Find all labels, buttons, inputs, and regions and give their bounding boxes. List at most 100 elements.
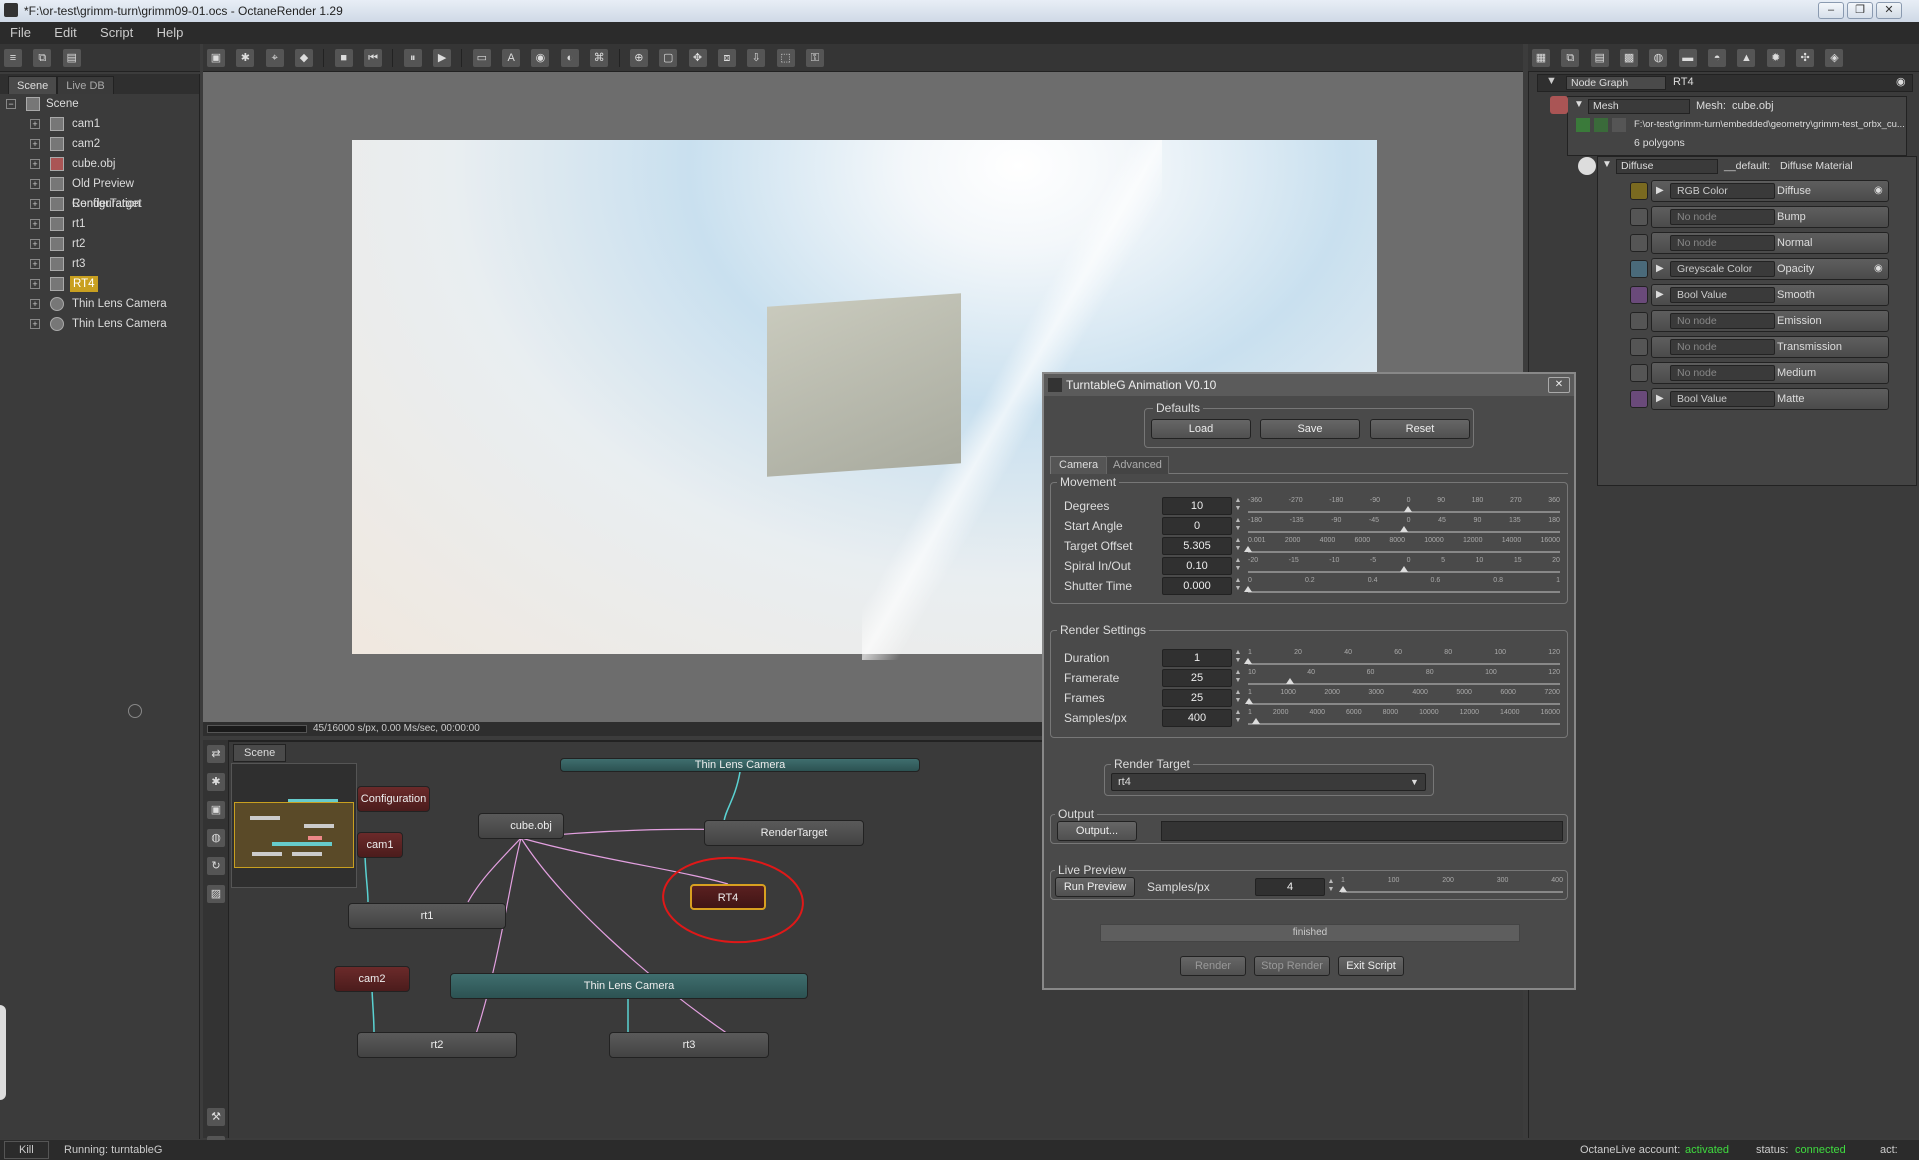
spiral-in-out-label: Spiral In/Out bbox=[1064, 559, 1131, 573]
tab-camera[interactable]: Camera bbox=[1050, 456, 1108, 474]
samples-px-spinner[interactable]: ▲ ▼ bbox=[1234, 709, 1242, 727]
tick-label: -5 bbox=[1369, 557, 1377, 564]
mesh-type-dropdown[interactable]: Mesh bbox=[1588, 99, 1690, 114]
degrees-slider[interactable]: -360 -270 -180 -90 0 90 180 270 360 bbox=[1248, 497, 1560, 515]
tick-label: 0.6 bbox=[1430, 577, 1441, 584]
framerate-label: Framerate bbox=[1064, 671, 1120, 685]
bool-icon bbox=[1630, 390, 1648, 408]
preview-samples-input[interactable]: 4 bbox=[1255, 878, 1325, 896]
save-button[interactable]: Save bbox=[1260, 419, 1360, 439]
settings-icon[interactable] bbox=[1612, 118, 1626, 132]
reset-button[interactable]: Reset bbox=[1370, 419, 1470, 439]
dialog-close-button[interactable]: ✕ bbox=[1548, 377, 1570, 393]
slider-thumb[interactable] bbox=[1400, 566, 1408, 572]
kill-button[interactable]: Kill bbox=[4, 1141, 49, 1159]
node-cam2[interactable]: cam2 bbox=[334, 966, 410, 992]
pin-transmission[interactable]: No node Transmission bbox=[1651, 336, 1889, 358]
slider-thumb[interactable] bbox=[1244, 698, 1253, 704]
load-button[interactable]: Load bbox=[1151, 419, 1251, 439]
shutter-time-slider[interactable]: 0 0.2 0.4 0.6 0.8 1 bbox=[1244, 577, 1560, 595]
pin-bump[interactable]: No node Bump bbox=[1651, 206, 1889, 228]
tick-label: 270 bbox=[1509, 497, 1522, 504]
run-preview-button[interactable]: Run Preview bbox=[1055, 877, 1135, 897]
slider-thumb[interactable] bbox=[1244, 546, 1252, 552]
node-rendertarget[interactable]: RenderTarget bbox=[704, 820, 864, 846]
slider-thumb[interactable] bbox=[1244, 658, 1252, 664]
spiral-in-out-input[interactable]: 0.10 bbox=[1162, 557, 1232, 575]
start-angle-input[interactable]: 0 bbox=[1162, 517, 1232, 535]
defaults-group: Defaults Load Save Reset bbox=[1144, 401, 1474, 448]
exit-script-button[interactable]: Exit Script bbox=[1338, 956, 1404, 976]
eye-icon[interactable]: ◉ bbox=[1874, 259, 1883, 279]
material-type-dropdown[interactable]: Diffuse bbox=[1616, 159, 1718, 174]
tab-advanced[interactable]: Advanced bbox=[1106, 456, 1169, 474]
mesh-name: cube.obj bbox=[1732, 100, 1774, 112]
frames-input[interactable]: 25 bbox=[1162, 689, 1232, 707]
node-rt1[interactable]: rt1 bbox=[348, 903, 506, 929]
tick-label: 120 bbox=[1548, 649, 1560, 656]
eye-icon[interactable]: ◉ bbox=[1874, 181, 1883, 201]
framerate-slider[interactable]: 10 40 60 80 100 120 bbox=[1248, 669, 1560, 687]
render-button[interactable]: Render bbox=[1180, 956, 1246, 976]
target-offset-slider[interactable]: 0.001 2000 4000 6000 8000 10000 12000 14000 1600… bbox=[1244, 537, 1560, 555]
pin-medium[interactable]: No node Medium bbox=[1651, 362, 1889, 384]
tick-label: 90 bbox=[1473, 517, 1482, 524]
render-target-select[interactable]: rt4 ▼ bbox=[1111, 773, 1426, 791]
slider-thumb[interactable] bbox=[1404, 506, 1413, 512]
preview-samples-slider[interactable]: 1 100 200 300 400 bbox=[1338, 877, 1563, 895]
node-graph-dropdown[interactable]: Node Graph bbox=[1566, 76, 1666, 90]
target-offset-spinner[interactable]: ▲ ▼ bbox=[1234, 537, 1242, 555]
slider-thumb[interactable] bbox=[1286, 678, 1295, 684]
tick-label: 10000 bbox=[1424, 537, 1444, 544]
pin-matte[interactable]: ▶ Bool Value Matte bbox=[1651, 388, 1889, 410]
pin-opacity[interactable]: ▶ Greyscale Color Opacity ◉ bbox=[1651, 258, 1889, 280]
samples-px-slider[interactable]: 1 2000 4000 6000 8000 10000 12000 14000 16000 bbox=[1248, 709, 1560, 727]
output-button[interactable]: Output... bbox=[1057, 821, 1137, 841]
shutter-time-input[interactable]: 0.000 bbox=[1162, 577, 1232, 595]
tick-label: 20 bbox=[1552, 557, 1560, 564]
slider-thumb[interactable] bbox=[1244, 586, 1252, 592]
spiral-in-out-spinner[interactable]: ▲ ▼ bbox=[1234, 557, 1242, 575]
output-group: Output Output... bbox=[1050, 807, 1568, 844]
pin-emission[interactable]: No node Emission bbox=[1651, 310, 1889, 332]
node-cube-obj[interactable]: cube.obj bbox=[478, 813, 564, 839]
eye-icon[interactable]: ◉ bbox=[1896, 75, 1906, 88]
framerate-spinner[interactable]: ▲ ▼ bbox=[1234, 669, 1242, 687]
frames-spinner[interactable]: ▲ ▼ bbox=[1234, 689, 1242, 707]
tick-label: 6000 bbox=[1346, 709, 1362, 716]
node-rt2[interactable]: rt2 bbox=[357, 1032, 517, 1058]
node-thin-lens-camera-top[interactable]: Thin Lens Camera bbox=[560, 758, 920, 772]
duration-input[interactable]: 1 bbox=[1162, 649, 1232, 667]
shutter-time-spinner[interactable]: ▲ ▼ bbox=[1234, 577, 1242, 595]
samples-px-input[interactable]: 400 bbox=[1162, 709, 1232, 727]
load-icon[interactable] bbox=[1576, 118, 1590, 132]
node-rt4[interactable]: RT4 bbox=[690, 884, 766, 910]
degrees-input[interactable]: 10 bbox=[1162, 497, 1232, 515]
target-offset-input[interactable]: 5.305 bbox=[1162, 537, 1232, 555]
duration-slider[interactable]: 1 20 40 60 80 100 120 bbox=[1244, 649, 1560, 667]
frames-slider[interactable]: 1 1000 2000 3000 4000 5000 6000 7200 bbox=[1244, 689, 1560, 707]
mesh-path: F:\or-test\grimm-turn\embedded\geometry\… bbox=[1634, 119, 1904, 130]
pin-normal[interactable]: No node Normal bbox=[1651, 232, 1889, 254]
slider-thumb[interactable] bbox=[1400, 526, 1408, 532]
pin-diffuse[interactable]: ▶ RGB Color Diffuse ◉ bbox=[1651, 180, 1889, 202]
reload-icon[interactable] bbox=[1594, 118, 1608, 132]
framerate-input[interactable]: 25 bbox=[1162, 669, 1232, 687]
duration-spinner[interactable]: ▲ ▼ bbox=[1234, 649, 1242, 667]
preview-samples-spinner[interactable]: ▲ ▼ bbox=[1327, 878, 1335, 896]
side-widget-tab[interactable] bbox=[0, 1005, 6, 1100]
degrees-spinner[interactable]: ▲ ▼ bbox=[1234, 497, 1242, 515]
pin-smooth[interactable]: ▶ Bool Value Smooth bbox=[1651, 284, 1889, 306]
output-path-field[interactable] bbox=[1161, 821, 1563, 841]
node-thin-lens-camera[interactable]: Thin Lens Camera bbox=[450, 973, 808, 999]
start-angle-spinner[interactable]: ▲ ▼ bbox=[1234, 517, 1242, 535]
spiral-in-out-slider[interactable]: -20 -15 -10 -5 0 5 10 15 20 bbox=[1248, 557, 1560, 575]
node-cam1[interactable]: cam1 bbox=[357, 832, 403, 858]
node-configuration[interactable]: Configuration bbox=[357, 786, 430, 812]
tick-label: 5000 bbox=[1456, 689, 1472, 696]
node-rt3[interactable]: rt3 bbox=[609, 1032, 769, 1058]
slider-thumb[interactable] bbox=[1251, 718, 1260, 724]
stop-render-button[interactable]: Stop Render bbox=[1254, 956, 1330, 976]
inspected-node-name: RT4 bbox=[1673, 76, 1694, 88]
start-angle-slider[interactable]: -180 -135 -90 -45 0 45 90 135 180 bbox=[1248, 517, 1560, 535]
